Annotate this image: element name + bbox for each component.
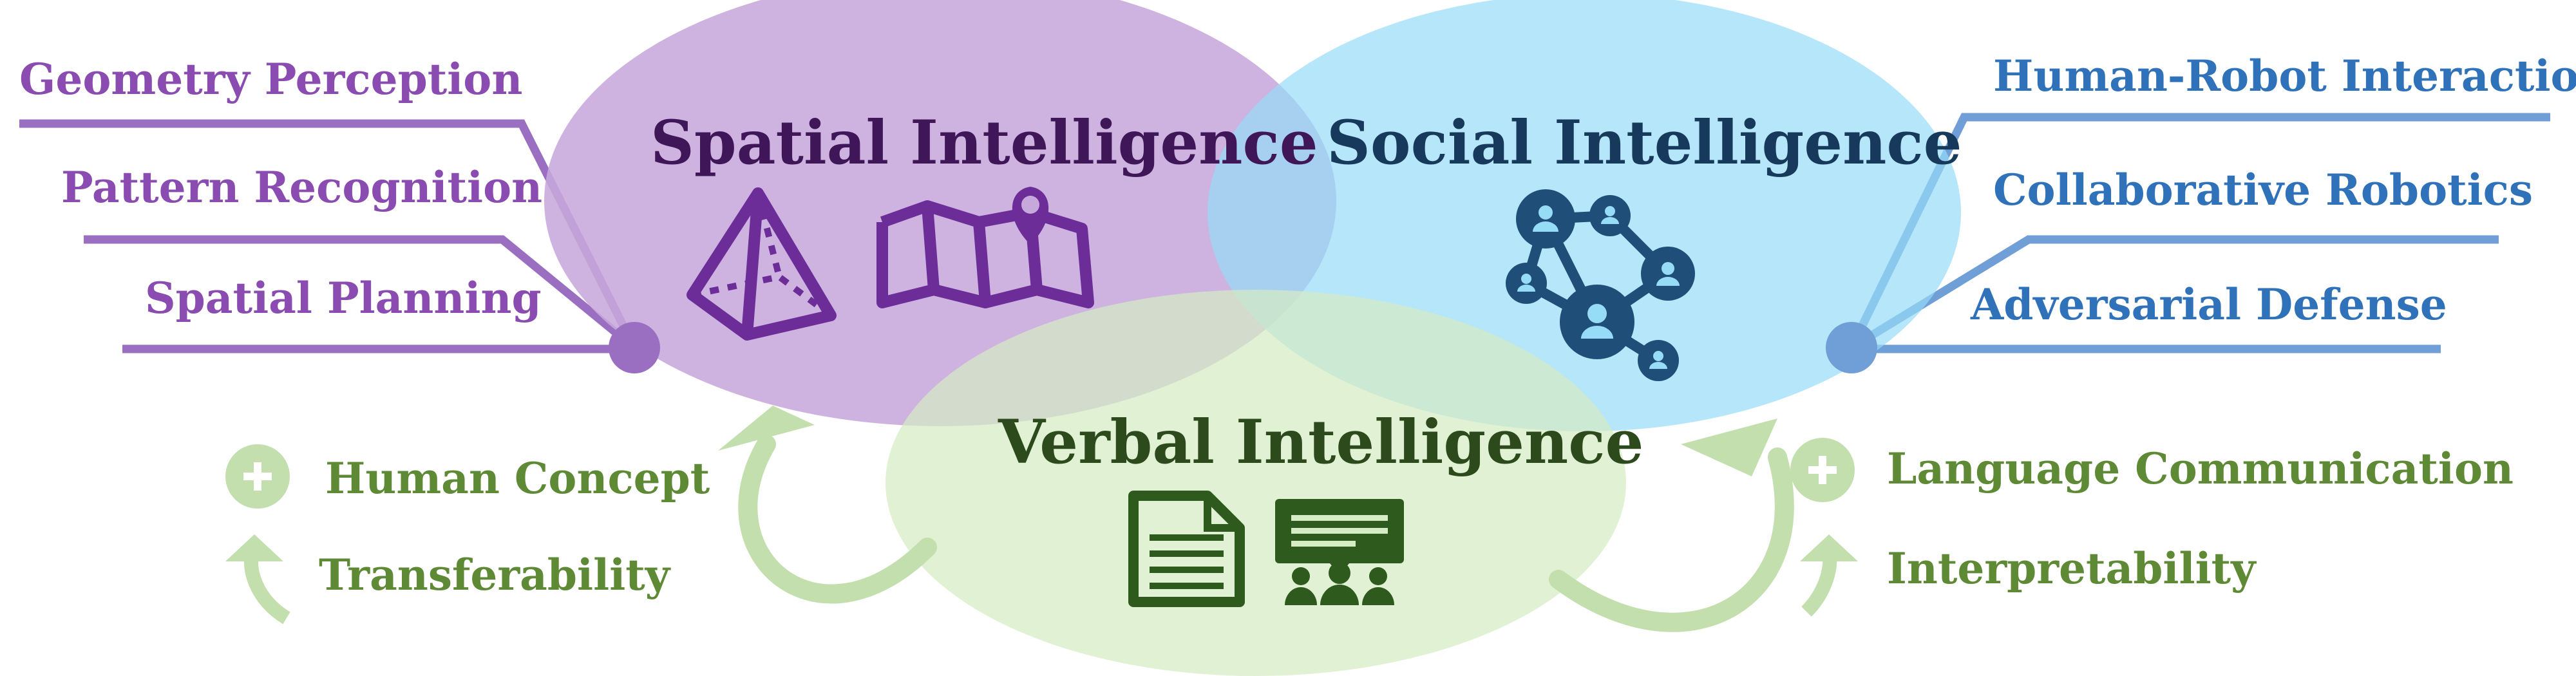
spatial-item-geometry-perception: Geometry Perception bbox=[19, 54, 523, 104]
spatial-connector-dot bbox=[609, 322, 660, 373]
verbal-ellipse bbox=[886, 290, 1626, 676]
social-item-adversarial-defense: Adversarial Defense bbox=[1971, 279, 2447, 330]
right-benefit-arrow: Interpretability bbox=[1887, 543, 2256, 594]
spatial-title: Spatial Intelligence bbox=[650, 108, 1318, 178]
left-benefit-arrow: Transferability bbox=[319, 550, 670, 600]
social-item-collaborative-robotics: Collaborative Robotics bbox=[1993, 165, 2533, 215]
right-benefit-plus: Language Communication bbox=[1887, 444, 2514, 494]
social-connector-dot bbox=[1826, 322, 1877, 373]
spatial-item-spatial-planning: Spatial Planning bbox=[145, 273, 542, 323]
presentation-group-icon bbox=[1275, 499, 1404, 605]
curved-up-arrow-icon bbox=[225, 534, 291, 624]
social-title: Social Intelligence bbox=[1327, 108, 1962, 178]
left-benefit-plus: Human Concept bbox=[325, 453, 710, 503]
social-item-human-robot-interaction: Human-Robot Interaction bbox=[1993, 51, 2576, 101]
curved-up-arrow-icon bbox=[1800, 534, 1858, 617]
plus-circle-icon bbox=[225, 444, 290, 509]
plus-circle-icon bbox=[1790, 438, 1855, 502]
diagram: Geometry Perception Pattern Recognition … bbox=[0, 0, 2576, 676]
verbal-title: Verbal Intelligence bbox=[998, 407, 1644, 478]
spatial-item-pattern-recognition: Pattern Recognition bbox=[61, 162, 543, 212]
